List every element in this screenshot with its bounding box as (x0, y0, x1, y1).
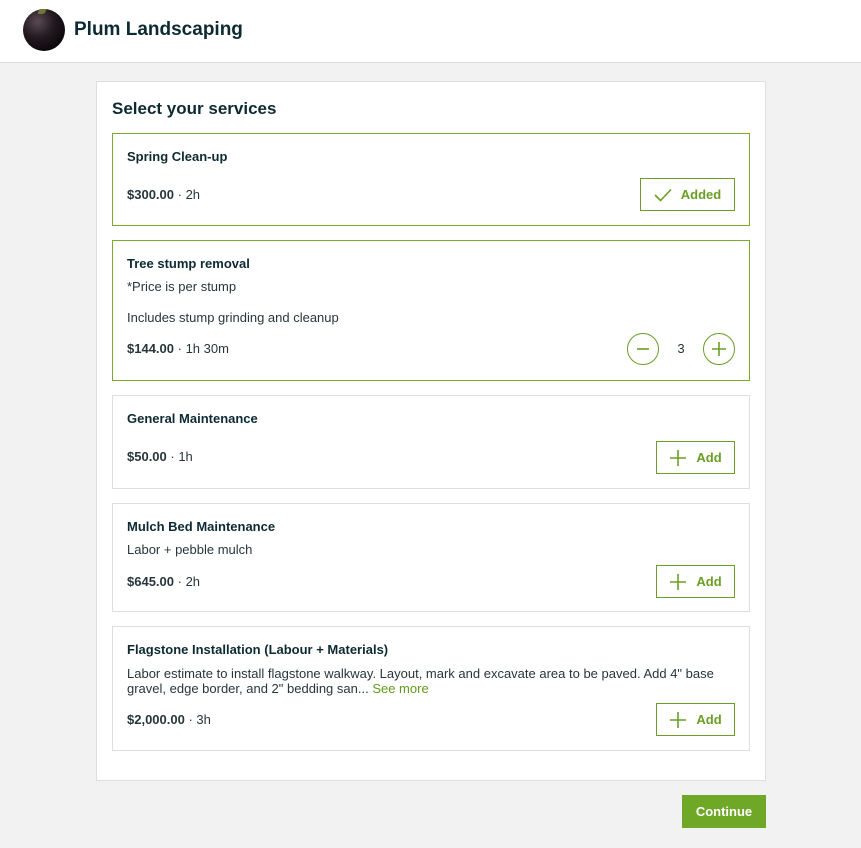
service-price: $144.00 (127, 341, 174, 356)
quantity-value: 3 (677, 341, 685, 356)
service-note: *Price is per stump (127, 279, 237, 294)
service-card-spring-clean-up: Spring Clean-up $300.00 · 2h Added (112, 133, 750, 226)
add-button[interactable]: Add (656, 441, 735, 474)
add-button-label: Add (696, 450, 722, 465)
plus-icon (670, 449, 687, 466)
service-title: Mulch Bed Maintenance (127, 519, 276, 534)
service-description: Includes stump grinding and cleanup (127, 310, 339, 325)
service-duration: · 1h 30m (177, 341, 229, 356)
plum-logo-icon[interactable] (23, 9, 65, 51)
check-icon (654, 188, 672, 202)
add-button[interactable]: Add (656, 565, 735, 598)
service-title: Flagstone Installation (Labour + Materia… (127, 642, 389, 657)
service-price: $2,000.00 (127, 712, 185, 727)
service-title: Spring Clean-up (127, 149, 228, 164)
service-price-line: $144.00 · 1h 30m (127, 341, 229, 356)
quantity-stepper: 3 (627, 332, 735, 365)
plus-icon (712, 341, 726, 356)
service-price-line: $300.00 · 2h (127, 187, 200, 202)
decrement-button[interactable] (627, 332, 659, 365)
service-price: $300.00 (127, 187, 174, 202)
service-duration: · 1h (170, 449, 193, 464)
see-more-link[interactable]: See more (372, 681, 428, 696)
service-price-line: $2,000.00 · 3h (127, 712, 211, 727)
add-button[interactable]: Add (656, 703, 735, 736)
service-card-general-maintenance: General Maintenance $50.00 · 1h Add (112, 395, 750, 489)
service-price-line: $645.00 · 2h (127, 574, 200, 589)
service-title: Tree stump removal (127, 256, 250, 271)
service-description: Labor estimate to install flagstone walk… (127, 666, 727, 696)
services-panel: Select your services Spring Clean-up $30… (96, 81, 766, 781)
service-price: $645.00 (127, 574, 174, 589)
minus-icon (637, 347, 649, 350)
service-card-mulch-bed-maintenance: Mulch Bed Maintenance Labor + pebble mul… (112, 503, 750, 612)
added-button[interactable]: Added (640, 178, 735, 211)
plus-icon (670, 573, 687, 590)
page-title: Select your services (112, 99, 277, 118)
service-card-flagstone-installation: Flagstone Installation (Labour + Materia… (112, 626, 750, 751)
increment-button[interactable] (703, 332, 735, 365)
app-header: Plum Landscaping (0, 0, 861, 63)
brand-name[interactable]: Plum Landscaping (74, 19, 243, 41)
service-duration: · 2h (177, 187, 201, 202)
service-duration: · 3h (188, 712, 211, 727)
plus-icon (670, 711, 687, 728)
service-price: $50.00 (127, 449, 167, 464)
service-price-line: $50.00 · 1h (127, 449, 193, 464)
service-duration: · 2h (177, 574, 201, 589)
service-card-tree-stump-removal: Tree stump removal *Price is per stump I… (112, 240, 750, 381)
continue-button[interactable]: Continue (682, 795, 766, 828)
add-button-label: Add (696, 574, 722, 589)
service-description: Labor + pebble mulch (127, 542, 253, 557)
service-title: General Maintenance (127, 411, 258, 426)
added-button-label: Added (680, 187, 722, 202)
add-button-label: Add (696, 712, 722, 727)
